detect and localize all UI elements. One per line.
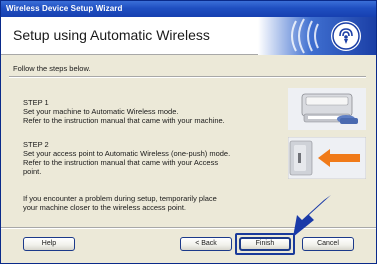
- step2-line1: Set your access point to Automatic Wirel…: [23, 149, 231, 158]
- header-banner: Setup using Automatic Wireless: [1, 17, 376, 55]
- title-bar: Wireless Device Setup Wizard: [1, 1, 376, 17]
- step1-text: Set your machine to Automatic Wireless m…: [23, 107, 283, 125]
- note-line1: If you encounter a problem during setup,…: [23, 194, 217, 203]
- finish-button[interactable]: Finish: [239, 237, 291, 251]
- back-button[interactable]: < Back: [180, 237, 232, 251]
- wizard-window: Wireless Device Setup Wizard Setup using…: [0, 0, 377, 264]
- step2-line2: Refer to the instruction manual that cam…: [23, 158, 219, 167]
- page-title: Setup using Automatic Wireless: [13, 27, 210, 43]
- note-line2: your machine closer to the wireless acce…: [23, 203, 186, 212]
- step1-line2: Refer to the instruction manual that cam…: [23, 116, 225, 125]
- wireless-signal-icon: [258, 17, 376, 55]
- divider: [9, 76, 366, 78]
- pointer-arrow-icon: [293, 195, 331, 237]
- printer-illustration: [288, 88, 366, 130]
- troubleshooting-note: If you encounter a problem during setup,…: [23, 194, 293, 212]
- step1-title: STEP 1: [23, 98, 49, 107]
- step2-title: STEP 2: [23, 140, 49, 149]
- access-point-button-illustration: [288, 137, 366, 179]
- help-button[interactable]: Help: [23, 237, 75, 251]
- step2-line3: point.: [23, 167, 42, 176]
- intro-text: Follow the steps below.: [13, 64, 91, 73]
- step1-line1: Set your machine to Automatic Wireless m…: [23, 107, 179, 116]
- step2-text: Set your access point to Automatic Wirel…: [23, 149, 283, 176]
